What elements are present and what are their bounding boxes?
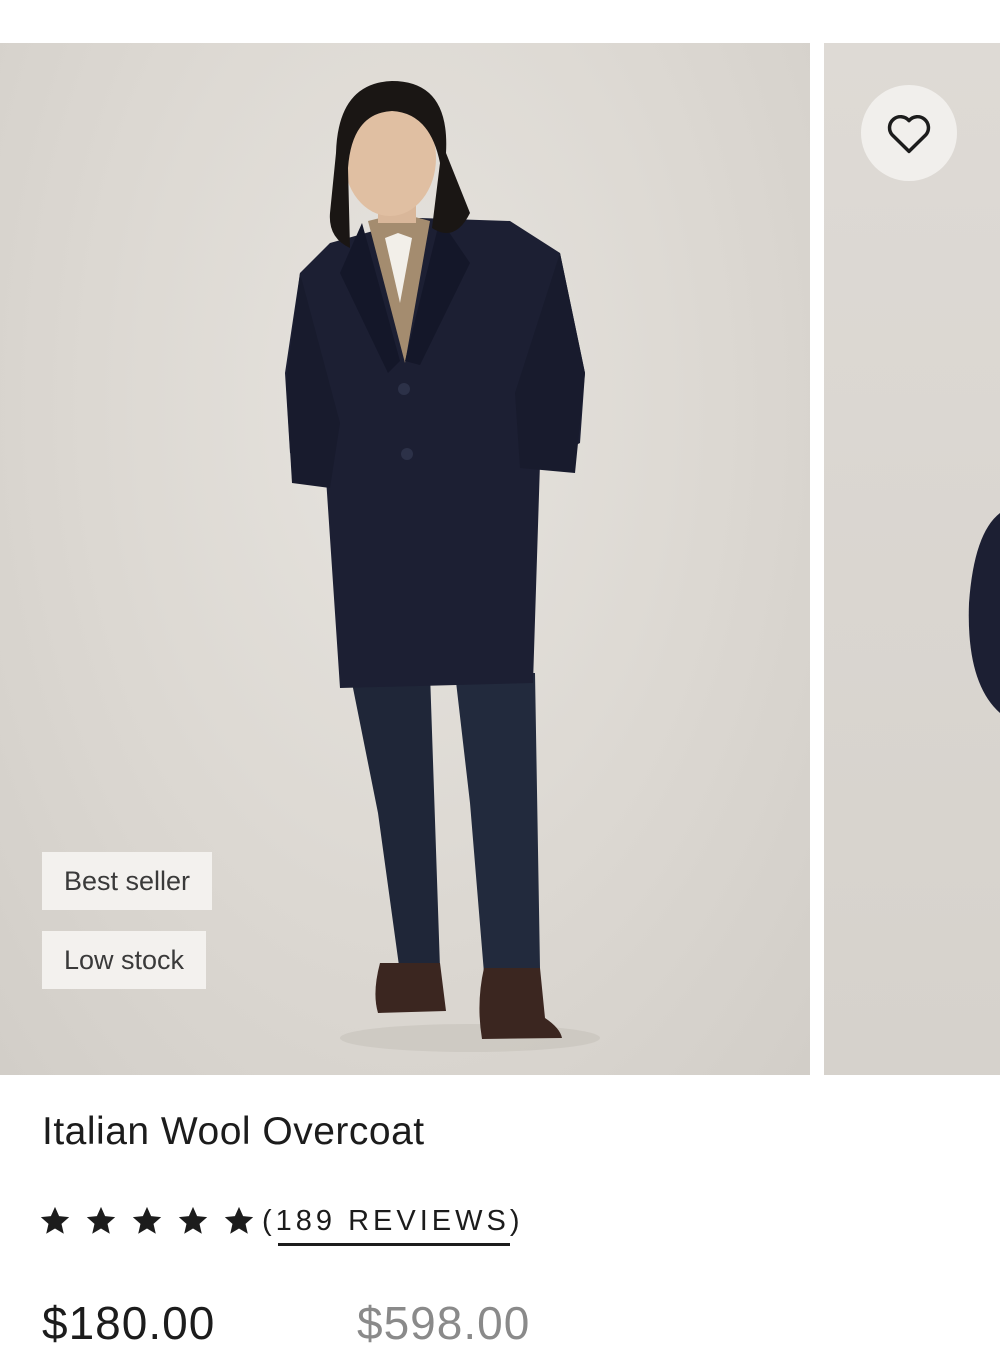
wishlist-button[interactable]	[861, 85, 957, 181]
heart-outline-icon	[887, 115, 931, 154]
best-seller-badge: Best seller	[42, 852, 213, 910]
reviews-link[interactable]: (189 REVIEWS)	[262, 1204, 524, 1246]
sale-price: $180.00	[42, 1297, 216, 1349]
product-photo	[285, 81, 600, 1052]
product-title: Italian Wool Overcoat	[42, 1110, 425, 1153]
product-image-next[interactable]	[824, 43, 1000, 1075]
reviews-count-label: (189 REVIEWS)	[262, 1204, 524, 1237]
star-icon	[222, 1204, 256, 1238]
reviews-underline	[278, 1242, 510, 1246]
next-product-photo	[968, 513, 1000, 713]
star-icon	[84, 1204, 118, 1238]
rating: (189 REVIEWS)	[38, 1198, 524, 1246]
star-icon	[176, 1204, 210, 1238]
star-icon	[130, 1204, 164, 1238]
compare-at-price: $598.00	[357, 1297, 531, 1349]
product-image-main[interactable]	[0, 43, 810, 1075]
low-stock-badge: Low stock	[42, 931, 207, 989]
star-icon	[38, 1204, 72, 1238]
product-image-carousel[interactable]	[0, 43, 1000, 1075]
